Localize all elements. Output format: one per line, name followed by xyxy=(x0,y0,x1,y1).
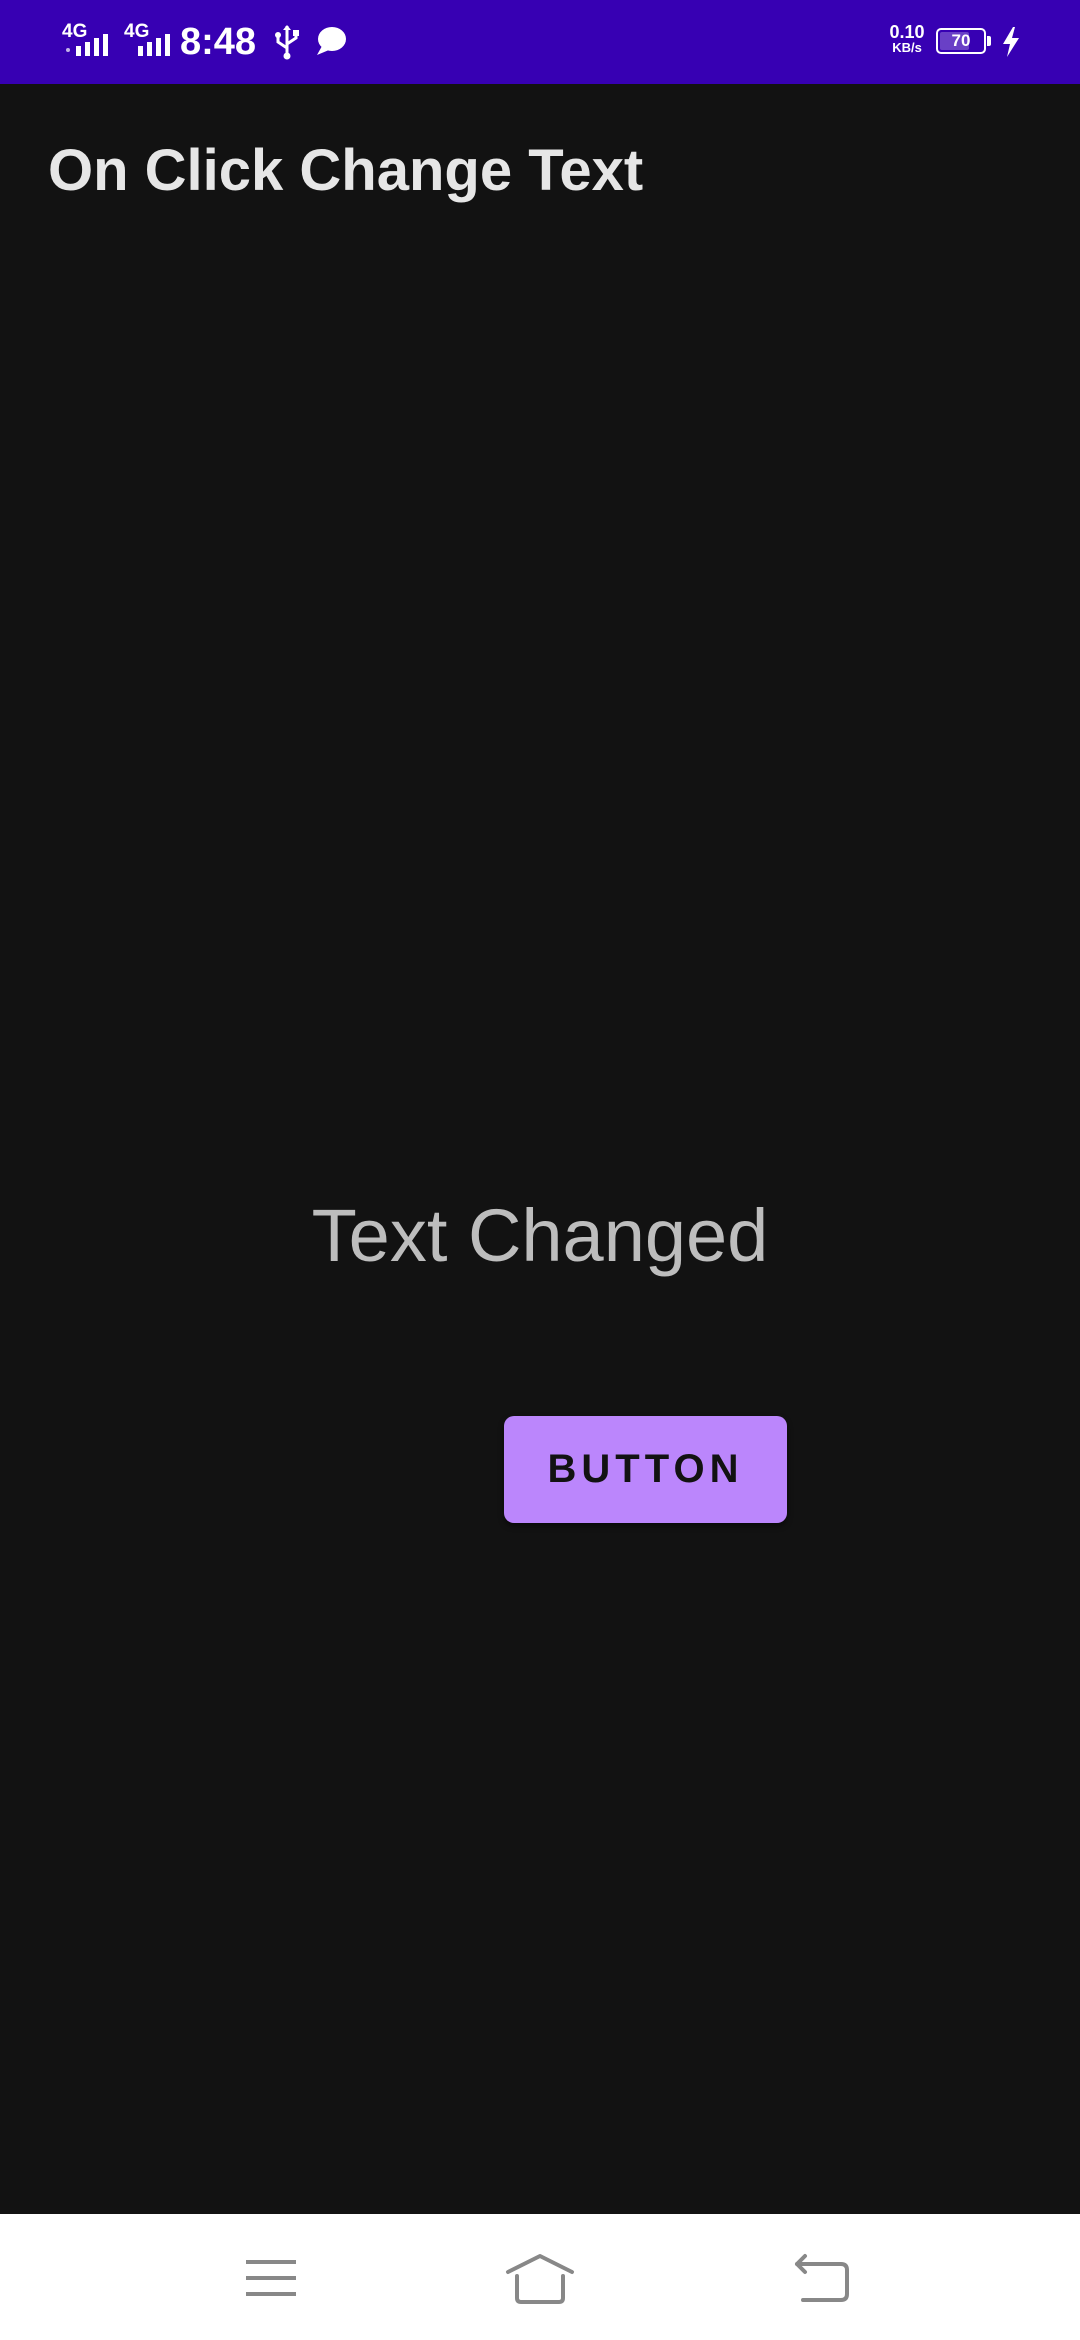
battery-icon: 70 xyxy=(936,28,986,54)
menu-icon[interactable] xyxy=(236,2248,306,2308)
message-icon xyxy=(317,27,346,55)
signal-icon xyxy=(66,34,108,56)
speed-value: 0.10 xyxy=(889,22,925,42)
network-speed: 0.10 KB/s xyxy=(887,22,927,56)
clock: 8:48 xyxy=(180,21,257,63)
change-text-button[interactable]: BUTTON xyxy=(504,1416,787,1523)
app-title: On Click Change Text xyxy=(48,138,644,203)
navigation-bar xyxy=(0,2214,1080,2340)
battery-level: 70 xyxy=(951,31,971,50)
home-icon[interactable] xyxy=(505,2248,575,2308)
speed-unit: KB/s xyxy=(892,40,922,55)
back-icon[interactable] xyxy=(787,2248,857,2308)
charging-icon xyxy=(1003,27,1019,57)
message-text: Text Changed xyxy=(311,1194,769,1277)
app-bar: On Click Change Text xyxy=(0,84,1080,254)
status-bar: 4G 4G 8:48 0.10 KB/s 70 xyxy=(0,0,1080,84)
usb-icon xyxy=(275,25,299,60)
signal-icon xyxy=(138,34,170,56)
battery-tip xyxy=(987,36,991,46)
